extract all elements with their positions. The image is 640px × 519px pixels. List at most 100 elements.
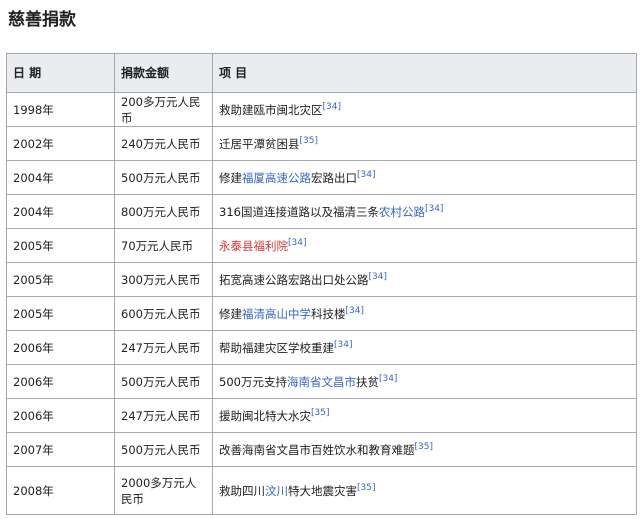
cell-date: 2004年 — [6, 194, 115, 229]
project-link[interactable]: 福厦高速公路 — [242, 171, 311, 185]
citation-link[interactable]: [34] — [323, 102, 341, 112]
table-row: 2004年 800万元人民币 316国道连接道路以及福清三条农村公路[34] — [6, 194, 637, 229]
cell-amount: 600万元人民币 — [114, 296, 213, 331]
cell-date: 2006年 — [6, 398, 115, 433]
project-text: 改善海南省文昌市百姓饮水和教育难题 — [219, 442, 415, 457]
citation-link[interactable]: [34] — [346, 306, 364, 316]
citation-link[interactable]: [34] — [369, 272, 387, 282]
citation-link[interactable]: [35] — [357, 483, 375, 493]
cell-project: 救助四川汶川特大地震灾害[35] — [212, 466, 637, 515]
cell-amount: 247万元人民币 — [114, 330, 213, 365]
cell-amount: 2000多万元人民币 — [114, 466, 213, 515]
cell-amount: 300万元人民币 — [114, 262, 213, 297]
cell-amount: 500万元人民币 — [114, 364, 213, 399]
citation-link[interactable]: [34] — [357, 170, 375, 180]
cell-project: 500万元支持海南省文昌市扶贫[34] — [212, 364, 637, 399]
citation-ref: [34] — [346, 306, 364, 316]
cell-date: 2007年 — [6, 432, 115, 467]
cell-date: 2006年 — [6, 364, 115, 399]
cell-project: 帮助福建灾区学校重建[34] — [212, 330, 637, 365]
table-row: 2006年 247万元人民币 援助闽北特大水灾[35] — [6, 398, 637, 433]
citation-link[interactable]: [35] — [415, 442, 433, 452]
citation-ref: [34] — [369, 272, 387, 282]
cell-project: 改善海南省文昌市百姓饮水和教育难题[35] — [212, 432, 637, 467]
project-link[interactable]: 汶川 — [265, 484, 288, 498]
project-text: 迁居平潭贫困县 — [219, 136, 300, 151]
header-amount: 捐款金额 — [114, 53, 213, 93]
project-text: 316国道连接道路以及福清三条 — [219, 204, 379, 219]
cell-amount: 500万元人民币 — [114, 432, 213, 467]
cell-date: 2005年 — [6, 262, 115, 297]
citation-ref: [34] — [288, 238, 306, 248]
table-row: 2006年 500万元人民币 500万元支持海南省文昌市扶贫[34] — [6, 364, 637, 399]
cell-date: 2005年 — [6, 296, 115, 331]
cell-project: 修建福厦高速公路宏路出口[34] — [212, 160, 637, 195]
cell-project: 救助建瓯市闽北灾区[34] — [212, 92, 637, 127]
cell-project: 援助闽北特大水灾[35] — [212, 398, 637, 433]
citation-link[interactable]: [34] — [425, 204, 443, 214]
project-text: 救助建瓯市闽北灾区 — [219, 102, 323, 117]
citation-ref: [34] — [323, 102, 341, 112]
cell-date: 2005年 — [6, 228, 115, 263]
project-text: 拓宽高速公路宏路出口处公路 — [219, 272, 369, 287]
citation-link[interactable]: [34] — [334, 340, 352, 350]
citation-link[interactable]: [35] — [311, 408, 329, 418]
project-text: 宏路出口 — [311, 170, 357, 185]
project-text: 500万元支持 — [219, 374, 287, 389]
project-text: 修建 — [219, 306, 242, 321]
table-row: 2005年 600万元人民币 修建福清高山中学科技楼[34] — [6, 296, 637, 331]
citation-ref: [34] — [357, 170, 375, 180]
table-row: 2005年 70万元人民币 永泰县福利院[34] — [6, 228, 637, 263]
table-row: 2002年 240万元人民币 迁居平潭贫困县[35] — [6, 126, 637, 161]
table-row: 2007年 500万元人民币 改善海南省文昌市百姓饮水和教育难题[35] — [6, 432, 637, 467]
citation-link[interactable]: [34] — [379, 374, 397, 384]
cell-date: 2006年 — [6, 330, 115, 365]
project-link[interactable]: 农村公路 — [379, 205, 425, 219]
cell-project: 拓宽高速公路宏路出口处公路[34] — [212, 262, 637, 297]
cell-project: 修建福清高山中学科技楼[34] — [212, 296, 637, 331]
citation-ref: [35] — [357, 483, 375, 493]
cell-date: 2002年 — [6, 126, 115, 161]
cell-amount: 247万元人民币 — [114, 398, 213, 433]
cell-project: 永泰县福利院[34] — [212, 228, 637, 263]
section-title: 慈善捐款 — [8, 10, 76, 30]
project-link[interactable]: 福清高山中学 — [242, 307, 311, 321]
table-row: 2004年 500万元人民币 修建福厦高速公路宏路出口[34] — [6, 160, 637, 195]
citation-link[interactable]: [34] — [288, 238, 306, 248]
cell-project: 迁居平潭贫困县[35] — [212, 126, 637, 161]
cell-amount: 240万元人民币 — [114, 126, 213, 161]
header-date: 日 期 — [6, 53, 115, 93]
project-text: 扶贫 — [355, 374, 379, 389]
cell-amount: 70万元人民币 — [114, 228, 213, 263]
citation-ref: [34] — [425, 204, 443, 214]
project-link[interactable]: 海南省文昌市 — [287, 375, 356, 389]
project-link[interactable]: 永泰县福利院 — [219, 239, 288, 253]
project-text: 救助四川 — [219, 483, 265, 498]
project-text: 科技楼 — [311, 306, 346, 321]
citation-ref: [35] — [300, 136, 318, 146]
cell-date: 2004年 — [6, 160, 115, 195]
header-project: 项 目 — [212, 53, 637, 93]
citation-ref: [34] — [334, 340, 352, 350]
citation-ref: [35] — [415, 442, 433, 452]
citation-ref: [34] — [379, 374, 397, 384]
project-text: 特大地震灾害 — [288, 483, 357, 498]
project-text: 援助闽北特大水灾 — [219, 408, 311, 423]
table-row: 2008年 2000多万元人民币 救助四川汶川特大地震灾害[35] — [6, 466, 637, 515]
cell-date: 1998年 — [6, 92, 115, 127]
cell-amount: 200多万元人民币 — [114, 92, 213, 127]
cell-project: 316国道连接道路以及福清三条农村公路[34] — [212, 194, 637, 229]
page: 慈善捐款 日 期 捐款金额 项 目 1998年 200多万元人民币 救助建瓯市闽北灾… — [0, 0, 640, 519]
project-text: 修建 — [219, 170, 242, 185]
cell-amount: 800万元人民币 — [114, 194, 213, 229]
table-row: 2006年 247万元人民币 帮助福建灾区学校重建[34] — [6, 330, 637, 365]
table-row: 2005年 300万元人民币 拓宽高速公路宏路出口处公路[34] — [6, 262, 637, 297]
cell-amount: 500万元人民币 — [114, 160, 213, 195]
table-row: 1998年 200多万元人民币 救助建瓯市闽北灾区[34] — [6, 92, 637, 127]
table-body: 1998年 200多万元人民币 救助建瓯市闽北灾区[34] 2002年 240万元人民币… — [6, 92, 637, 515]
project-text: 帮助福建灾区学校重建 — [219, 340, 334, 355]
table-header-row: 日 期 捐款金额 项 目 — [6, 53, 637, 93]
citation-link[interactable]: [35] — [300, 136, 318, 146]
cell-date: 2008年 — [6, 466, 115, 515]
donations-table: 日 期 捐款金额 项 目 1998年 200多万元人民币 救助建瓯市闽北灾区[34]… — [6, 53, 637, 515]
